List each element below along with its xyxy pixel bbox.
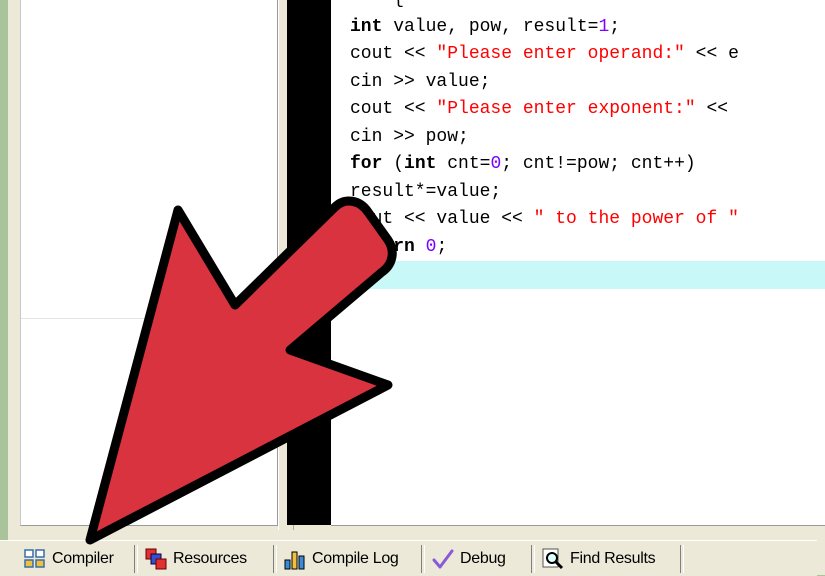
code-line[interactable]: for (int cnt=0; cnt!=pow; cnt++) <box>350 151 825 179</box>
tab-debug[interactable]: Debug <box>432 544 506 574</box>
tab-find-results-label: Find Results <box>570 550 656 567</box>
code-token: ; <box>436 236 448 257</box>
code-token: cout << <box>350 99 437 119</box>
code-token: << <box>695 99 729 119</box>
code-token: "Please enter exponent:" <box>436 99 696 119</box>
tab-separator <box>134 545 138 573</box>
code-line[interactable]: } <box>350 261 825 289</box>
code-line[interactable]: cout << "Please enter operand:" << e <box>350 41 825 69</box>
code-token: value, pow, result= <box>382 16 599 37</box>
magnifier-icon <box>542 548 564 570</box>
panel-divider <box>21 318 277 319</box>
tab-separator <box>680 545 684 573</box>
code-line[interactable]: cout << value << " to the power of " <box>350 206 825 234</box>
tab-resources-label: Resources <box>173 550 247 567</box>
code-line[interactable]: int value, pow, result=1; <box>350 14 825 42</box>
tab-separator <box>421 545 425 573</box>
code-token: int <box>350 16 383 37</box>
tab-compile-log[interactable]: Compile Log <box>284 544 399 574</box>
project-browser-panel[interactable] <box>20 0 278 526</box>
bottom-tab-bar: Compiler Resources Compile Log Debug Fin… <box>0 540 817 576</box>
code-token: return <box>350 236 415 257</box>
code-token: result*=value; <box>350 181 502 202</box>
code-line[interactable]: { <box>350 0 825 14</box>
code-token: cout << <box>350 44 437 64</box>
code-line[interactable]: result*=value; <box>350 179 825 207</box>
tab-debug-label: Debug <box>460 550 506 567</box>
resources-icon <box>145 548 167 570</box>
code-lines[interactable]: {int value, pow, result=1;cout << "Pleas… <box>350 0 825 289</box>
code-token: ; cnt!=pow; cnt++) <box>501 154 696 174</box>
code-token: " to the power of " <box>533 209 739 229</box>
checkmark-icon <box>432 548 454 570</box>
tab-compiler-label: Compiler <box>52 550 114 567</box>
code-token: 0 <box>425 236 437 257</box>
text-caret <box>360 261 363 281</box>
code-token: for <box>350 154 383 174</box>
editor-gutter <box>287 0 331 525</box>
code-token: ( <box>382 154 405 174</box>
tab-separator <box>531 545 535 573</box>
code-token: 1 <box>598 16 610 37</box>
code-token: 0 <box>490 154 502 174</box>
code-token: << e <box>684 44 739 64</box>
bar-chart-icon <box>284 548 306 570</box>
code-token: } <box>350 264 361 284</box>
tab-compile-log-label: Compile Log <box>312 550 399 567</box>
code-token: cout << value << <box>350 209 534 229</box>
code-line[interactable]: cin >> value; <box>350 69 825 97</box>
code-line[interactable]: cin >> pow; <box>350 124 825 152</box>
tab-find-results[interactable]: Find Results <box>542 544 656 574</box>
code-token: ; <box>609 16 621 37</box>
code-line[interactable]: cout << "Please enter exponent:" << <box>350 96 825 124</box>
tab-resources[interactable]: Resources <box>145 544 247 574</box>
code-line[interactable]: return 0; <box>350 234 825 262</box>
compiler-grid-icon <box>24 548 46 570</box>
code-token: { <box>350 0 404 9</box>
tab-compiler[interactable]: Compiler <box>24 544 114 574</box>
code-token: cin >> pow; <box>350 126 469 147</box>
code-token: cnt= <box>436 154 491 174</box>
code-token: int <box>404 154 437 174</box>
code-token: "Please enter operand:" <box>436 44 685 64</box>
code-token: cin >> value; <box>350 71 491 92</box>
tab-separator <box>273 545 277 573</box>
